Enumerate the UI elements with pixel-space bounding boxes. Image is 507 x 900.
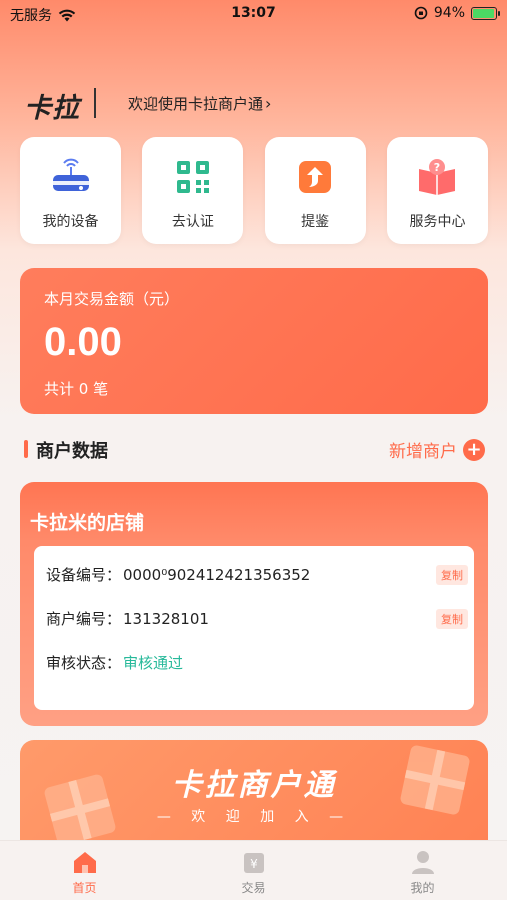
merchant-number-label: 商户编号： bbox=[46, 610, 122, 628]
bottom-tab-bar: 首页 ¥ 交易 我的 bbox=[0, 840, 507, 900]
qr-code-icon bbox=[176, 161, 209, 193]
chevron-right-icon: › bbox=[265, 94, 272, 113]
tile-label: 我的设备 bbox=[42, 214, 99, 230]
welcome-text: 欢迎使用卡拉商户通 bbox=[128, 95, 264, 113]
brand-divider bbox=[94, 88, 96, 118]
device-number-row: 设备编号： 0000⁰9024​12421356352 bbox=[46, 564, 310, 585]
tab-profile[interactable]: 我的 bbox=[338, 841, 507, 900]
transaction-amount: 0.00 bbox=[44, 320, 122, 364]
store-name: 卡拉米的店铺 bbox=[30, 512, 145, 534]
svg-text:¥: ¥ bbox=[250, 857, 258, 871]
device-icon bbox=[52, 158, 89, 191]
transaction-title: 本月交易金额（元） bbox=[44, 290, 180, 308]
transaction-icon: ¥ bbox=[243, 853, 264, 873]
tab-label: 交易 bbox=[241, 881, 266, 895]
tile-verify[interactable]: 去认证 bbox=[142, 137, 244, 244]
status-right: 94% bbox=[414, 5, 500, 21]
tile-service-center[interactable]: ? 服务中心 bbox=[386, 137, 488, 244]
transaction-count: 共计 0 笔 bbox=[44, 380, 109, 398]
review-status-label: 审核状态： bbox=[46, 654, 122, 672]
merchant-card[interactable]: 卡拉米的店铺 设备编号： 0000⁰9024​12421356352 复制 商户… bbox=[20, 482, 488, 726]
quick-actions: 我的设备 去认证 提鉴 ? 服务中心 bbox=[20, 137, 488, 244]
tile-withdraw[interactable]: 提鉴 bbox=[264, 137, 366, 244]
review-status-row: 审核状态： 审核通过 bbox=[46, 652, 183, 673]
tab-label: 首页 bbox=[72, 881, 97, 895]
banner-subtitle: — 欢 迎 加 入 — bbox=[156, 809, 352, 825]
tile-label: 服务中心 bbox=[409, 214, 466, 230]
profile-icon bbox=[411, 851, 434, 874]
copy-merchant-number-button[interactable]: 复制 bbox=[436, 609, 468, 629]
tab-home[interactable]: 首页 bbox=[0, 841, 169, 900]
tile-my-device[interactable]: 我的设备 bbox=[20, 137, 121, 244]
tab-transactions[interactable]: ¥ 交易 bbox=[169, 841, 338, 900]
svg-text:?: ? bbox=[434, 161, 440, 174]
device-number-label: 设备编号： bbox=[46, 566, 122, 584]
copy-device-number-button[interactable]: 复制 bbox=[436, 565, 468, 585]
orientation-lock-icon bbox=[414, 6, 428, 20]
status-bar: 无服务 13:07 94% bbox=[0, 0, 507, 28]
tile-label: 提鉴 bbox=[301, 214, 330, 230]
battery-icon bbox=[471, 6, 500, 20]
device-number-value: 0000⁰9024​12421356352 bbox=[123, 565, 311, 584]
section-title: 商户数据 bbox=[36, 441, 108, 462]
merchant-number-row: 商户编号： 131328101 bbox=[46, 608, 209, 629]
section-accent-bar bbox=[24, 440, 28, 458]
add-merchant-button[interactable]: 新增商户 + bbox=[389, 437, 485, 462]
brand-logo: 卡拉 bbox=[24, 93, 80, 124]
service-book-icon: ? bbox=[419, 159, 456, 195]
transaction-summary-card[interactable]: 本月交易金额（元） 0.00 共计 0 笔 bbox=[20, 268, 488, 414]
tile-label: 去认证 bbox=[171, 214, 214, 230]
withdraw-icon bbox=[299, 161, 332, 193]
merchant-number-value: 131328101 bbox=[123, 609, 209, 628]
promo-banner[interactable]: 卡拉商户通 — 欢 迎 加 入 — bbox=[20, 740, 488, 850]
welcome-link[interactable]: 欢迎使用卡拉商户通 › bbox=[128, 93, 271, 114]
home-icon bbox=[73, 852, 96, 873]
merchant-details: 设备编号： 0000⁰9024​12421356352 复制 商户编号： 131… bbox=[34, 546, 474, 710]
plus-icon: + bbox=[463, 438, 485, 461]
banner-title: 卡拉商户通 bbox=[171, 768, 337, 803]
battery-percent: 94% bbox=[433, 5, 465, 21]
review-status-value: 审核通过 bbox=[123, 654, 184, 672]
battery-level bbox=[473, 8, 494, 18]
tab-label: 我的 bbox=[410, 881, 435, 895]
add-merchant-label: 新增商户 bbox=[389, 442, 457, 462]
